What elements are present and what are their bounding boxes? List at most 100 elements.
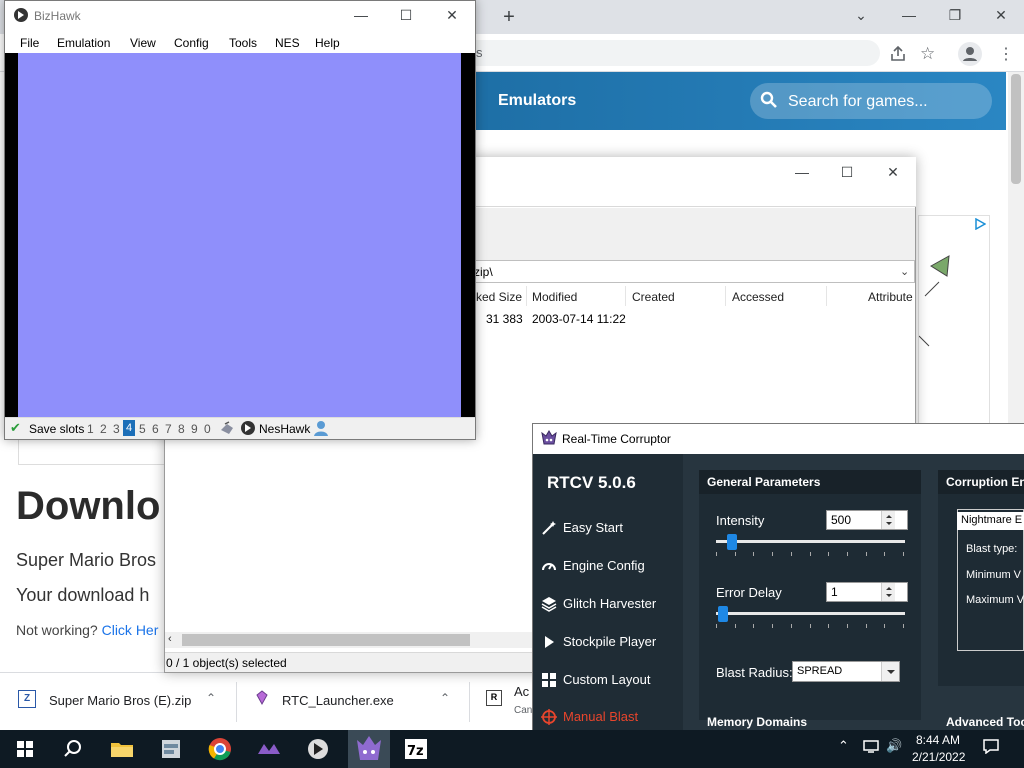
browser-close-button[interactable]: ✕ (978, 0, 1024, 30)
download-item-zip[interactable]: Z Super Mario Bros (E).zip ⌃ (18, 672, 233, 730)
save-slot-8[interactable]: 8 (178, 422, 185, 436)
bizhawk-taskbar-icon[interactable] (301, 734, 335, 764)
save-slot-0[interactable]: 0 (204, 422, 211, 436)
chevron-down-icon[interactable] (881, 662, 899, 681)
sidebar-item-manual-blast[interactable]: Manual Blast (563, 709, 638, 724)
archive-path-field[interactable] (470, 260, 915, 283)
error-delay-label: Error Delay (716, 585, 782, 600)
menu-config[interactable]: Config (174, 36, 209, 50)
download-filename: Super Mario Bros (E).zip (49, 693, 192, 708)
clock-date[interactable]: 2/21/2022 (912, 750, 965, 764)
browser-tab-search-icon[interactable]: ⌄ (838, 0, 884, 30)
menu-nes[interactable]: NES (275, 36, 300, 50)
notification-icon[interactable] (982, 738, 1000, 754)
start-button[interactable] (8, 734, 42, 764)
chevron-up-icon[interactable]: ⌃ (440, 691, 450, 705)
save-slot-5[interactable]: 5 (139, 422, 146, 436)
col-created[interactable]: Created (632, 290, 675, 304)
sevenzip-taskbar-icon[interactable]: 7z (399, 734, 433, 764)
volume-icon[interactable]: 🔊 (886, 738, 902, 754)
intensity-spinner[interactable] (881, 511, 895, 529)
save-slot-1[interactable]: 1 (87, 422, 94, 436)
chevron-down-icon[interactable]: ⌄ (900, 265, 909, 278)
nav-emulators-link[interactable]: Emulators (498, 92, 576, 110)
save-slot-2[interactable]: 2 (100, 422, 107, 436)
bookmark-star-icon[interactable]: ☆ (920, 44, 940, 64)
minimum-value-label: Minimum V (966, 569, 1022, 581)
engine-select[interactable]: Nightmare E (957, 512, 1024, 530)
archive-minimize-button[interactable]: — (779, 157, 825, 187)
click-here-link[interactable]: Click Her (102, 622, 159, 638)
intensity-label: Intensity (716, 513, 765, 528)
save-slot-6[interactable]: 6 (152, 422, 159, 436)
address-bar[interactable] (460, 40, 880, 66)
error-delay-spinner[interactable] (881, 583, 895, 601)
scroll-left-icon[interactable]: ‹ (168, 633, 172, 645)
save-slot-9[interactable]: 9 (191, 422, 198, 436)
column-separator[interactable] (526, 286, 527, 306)
chevron-up-icon[interactable]: ⌃ (206, 691, 216, 705)
save-slot-7[interactable]: 7 (165, 422, 172, 436)
browser-minimize-button[interactable]: — (886, 0, 932, 30)
menu-file[interactable]: File (20, 36, 39, 50)
network-icon[interactable] (862, 738, 880, 754)
slider-tick (734, 624, 736, 628)
archive-hscroll-thumb[interactable] (182, 634, 470, 646)
intensity-slider-thumb[interactable] (726, 534, 737, 550)
archive-close-button[interactable]: ✕ (870, 157, 916, 187)
menu-help[interactable]: Help (315, 36, 340, 50)
download-item-third[interactable]: R Ac Can (486, 672, 532, 730)
rtcv-taskbar-icon[interactable] (348, 730, 390, 768)
gauge-icon (541, 558, 557, 574)
advanced-tools-title: Advanced Too (946, 715, 1024, 729)
core-name: NesHawk (259, 422, 311, 436)
clock-time[interactable]: 8:44 AM (916, 733, 960, 747)
bizhawk-close-button[interactable]: ✕ (429, 0, 475, 30)
ad-banner[interactable] (918, 215, 990, 425)
search-icon[interactable] (56, 734, 90, 764)
col-attributes[interactable]: Attribute (868, 290, 913, 304)
table-row[interactable]: 31 383 2003-07-14 11:22 (470, 308, 915, 328)
column-separator[interactable] (625, 286, 626, 306)
menu-view[interactable]: View (130, 36, 156, 50)
column-separator[interactable] (725, 286, 726, 306)
column-separator[interactable] (826, 286, 827, 306)
page-heading: Downlo (16, 484, 161, 528)
page-scroll-thumb[interactable] (1011, 74, 1021, 184)
ad-choices-icon[interactable] (974, 218, 986, 230)
col-modified[interactable]: Modified (532, 290, 577, 304)
menu-emulation[interactable]: Emulation (57, 36, 110, 50)
chevron-up-icon[interactable]: ⌃ (838, 738, 849, 754)
col-packed-size[interactable]: cked Size (470, 290, 522, 304)
error-delay-slider-thumb[interactable] (718, 606, 728, 622)
sidebar-item-stockpile-player[interactable]: Stockpile Player (563, 634, 656, 649)
bizhawk-maximize-button[interactable]: ☐ (383, 0, 429, 30)
emulator-screen[interactable] (18, 53, 461, 417)
save-slot-3[interactable]: 3 (113, 422, 120, 436)
new-tab-button[interactable]: + (498, 6, 520, 28)
sidebar-item-custom-layout[interactable]: Custom Layout (563, 672, 650, 687)
sidebar-item-easy-start[interactable]: Easy Start (563, 520, 623, 535)
slider-tick (809, 552, 811, 556)
archive-maximize-button[interactable]: ☐ (824, 157, 870, 187)
slider-tick (903, 624, 904, 628)
archive-app-icon[interactable] (154, 734, 188, 764)
browser-menu-icon[interactable]: ⋮ (998, 44, 1014, 64)
chrome-icon[interactable] (203, 734, 237, 764)
bizhawk-minimize-button[interactable]: — (338, 0, 384, 30)
sidebar-item-glitch-harvester[interactable]: Glitch Harvester (563, 596, 656, 611)
browser-restore-button[interactable]: ❐ (932, 0, 978, 30)
sidebar-item-engine-config[interactable]: Engine Config (563, 558, 645, 573)
file-explorer-icon[interactable] (105, 734, 139, 764)
error-delay-slider[interactable] (716, 612, 905, 615)
col-accessed[interactable]: Accessed (732, 290, 784, 304)
slider-tick (865, 624, 867, 628)
share-icon[interactable] (888, 44, 908, 64)
intensity-slider[interactable] (716, 540, 905, 543)
profile-avatar[interactable] (958, 42, 982, 66)
archive-path-text: zip\ (474, 265, 493, 279)
launcher-app-icon[interactable] (252, 734, 286, 764)
menu-tools[interactable]: Tools (229, 36, 257, 50)
save-slot-4[interactable]: 4 (123, 420, 135, 436)
download-item-exe[interactable]: RTC_Launcher.exe ⌃ (254, 672, 469, 730)
